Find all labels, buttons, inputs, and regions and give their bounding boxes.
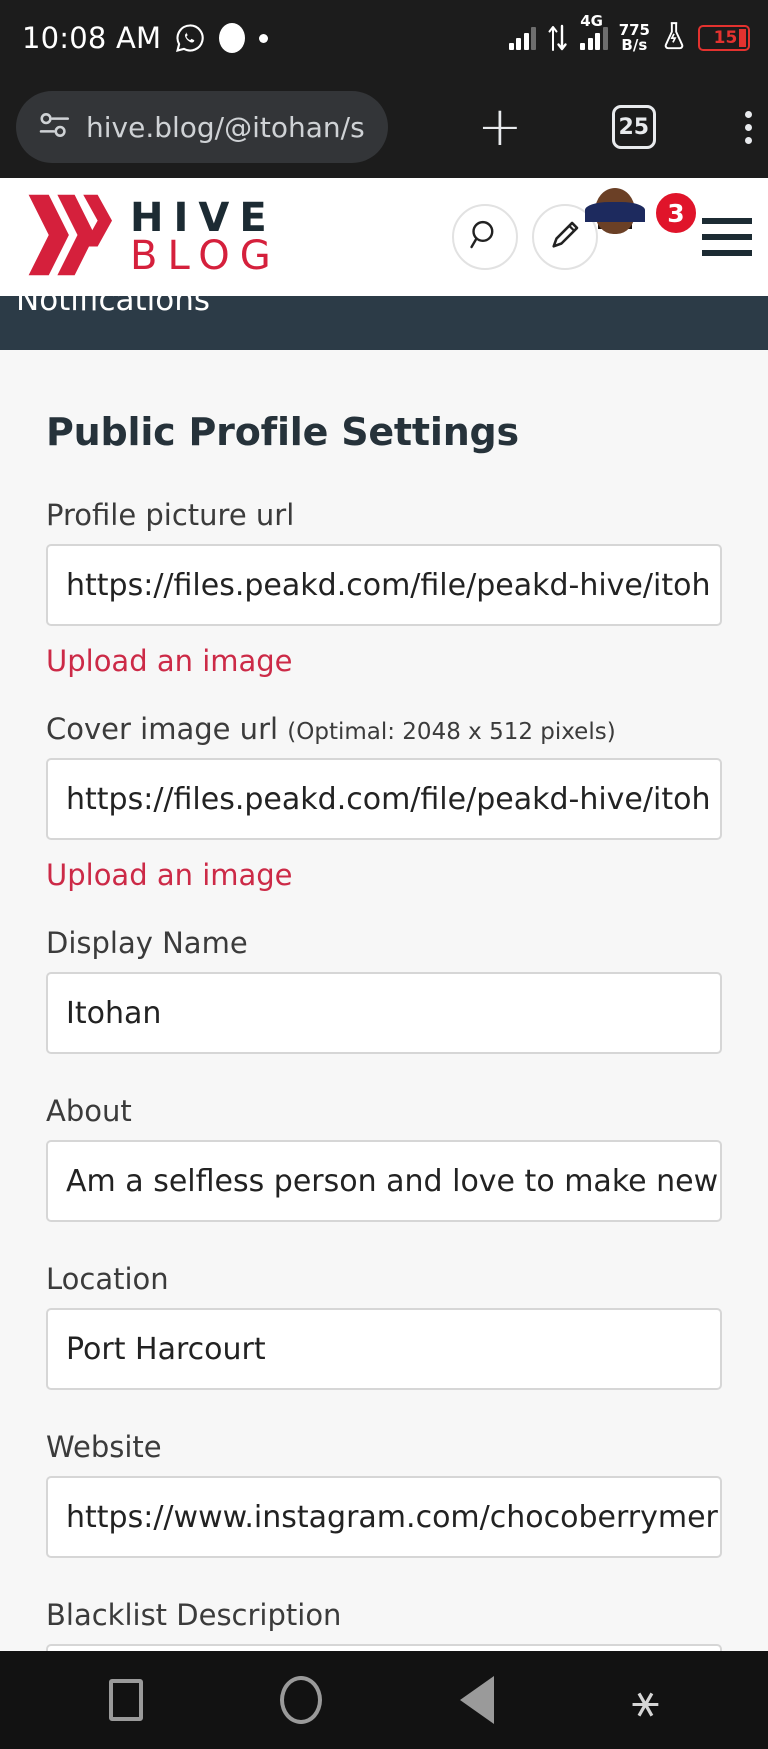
status-bar-left: 10:08 AM [22,21,269,55]
accessibility-icon[interactable]: ⚹ [632,1677,660,1723]
network-type-label: 4G [580,12,603,30]
data-transfer-icon [547,24,569,51]
user-avatar-button[interactable]: 3 [585,187,698,273]
recording-dot-icon [219,23,246,53]
search-icon [468,218,502,256]
signal-bars-sim2-icon: 4G [580,12,608,50]
flask-icon [661,21,687,55]
input-about[interactable]: Am a selfless person and love to make ne… [46,1140,722,1222]
input-cover-image-url[interactable]: https://files.peakd.com/file/peakd-hive/… [46,758,722,840]
label-text: Profile picture url [46,498,295,532]
android-nav-bar: ⚹ [0,1651,768,1749]
data-speed-indicator: 775 B/s [619,23,650,53]
field-location: Location Port Harcourt [46,1262,722,1390]
label-display-name: Display Name [46,926,248,960]
settings-form: Public Profile Settings Profile picture … [0,350,768,1726]
field-website: Website https://www.instagram.com/chocob… [46,1430,722,1558]
home-button[interactable] [280,1676,323,1724]
status-bar-right: 4G 775 B/s 15 [508,12,750,55]
pencil-icon [548,218,582,256]
field-display-name: Display Name Itohan [46,926,722,1054]
upload-image-link-profile[interactable]: Upload an image [46,644,722,678]
new-tab-button[interactable]: + [477,100,522,154]
site-settings-icon[interactable] [38,111,72,143]
label-profile-picture-url: Profile picture url [46,498,722,532]
whatsapp-icon [175,23,205,53]
label-location: Location [46,1262,169,1296]
menu-button[interactable] [698,218,752,256]
browser-toolbar: hive.blog/@itohan/setting + 25 [0,76,768,178]
site-header: HIVE BLOG 3 [0,178,768,296]
phone-screen: 10:08 AM 4G 775 B/s 15 hive.blog/@itohan… [0,0,768,1749]
upload-image-link-cover[interactable]: Upload an image [46,858,722,892]
input-website[interactable]: https://www.instagram.com/chocoberrymer [46,1476,722,1558]
header-actions: 3 [452,187,752,273]
field-about: About Am a selfless person and love to m… [46,1094,722,1222]
small-dot-icon [259,33,269,43]
android-status-bar: 10:08 AM 4G 775 B/s 15 [0,0,768,76]
hive-logo-link[interactable]: HIVE BLOG [20,189,281,285]
label-hint-cover: (Optimal: 2048 x 512 pixels) [287,719,616,745]
settings-nav-strip: Notifications [0,296,768,350]
hive-logo-icon [20,189,112,285]
status-clock: 10:08 AM [22,21,162,55]
tab-switcher-button[interactable]: 25 [611,105,656,149]
label-about: About [46,1094,132,1128]
url-text[interactable]: hive.blog/@itohan/setting [86,111,366,144]
search-button[interactable] [452,204,518,270]
avatar-shirt [585,202,645,222]
input-profile-picture-url[interactable]: https://files.peakd.com/file/peakd-hive/… [46,544,722,626]
logo-text-hive: HIVE [130,194,277,241]
label-website: Website [46,1430,162,1464]
browser-menu-button[interactable] [745,110,752,144]
label-blacklist-description: Blacklist Description [46,1598,342,1632]
label-cover-image-url: Cover image url (Optimal: 2048 x 512 pix… [46,712,722,746]
back-button[interactable] [459,1676,494,1724]
page-title: Public Profile Settings [46,410,519,454]
data-speed-unit: B/s [621,36,648,54]
signal-bars-sim1-icon [508,26,537,50]
notification-badge[interactable]: 3 [654,191,698,235]
input-display-name[interactable]: Itohan [46,972,722,1054]
battery-indicator: 15 [698,25,750,51]
label-text: Cover image url [46,712,279,746]
input-location[interactable]: Port Harcourt [46,1308,722,1390]
hive-wordmark: HIVE BLOG [130,194,281,279]
field-cover-image-url: Cover image url (Optimal: 2048 x 512 pix… [46,712,722,840]
nav-item-notifications[interactable]: Notifications [16,296,210,318]
logo-text-blog: BLOG [130,233,281,279]
avatar [585,187,645,234]
field-profile-picture-url: Profile picture url https://files.peakd.… [46,498,722,626]
recents-button[interactable] [108,1679,143,1721]
url-bar[interactable]: hive.blog/@itohan/setting [16,91,388,163]
